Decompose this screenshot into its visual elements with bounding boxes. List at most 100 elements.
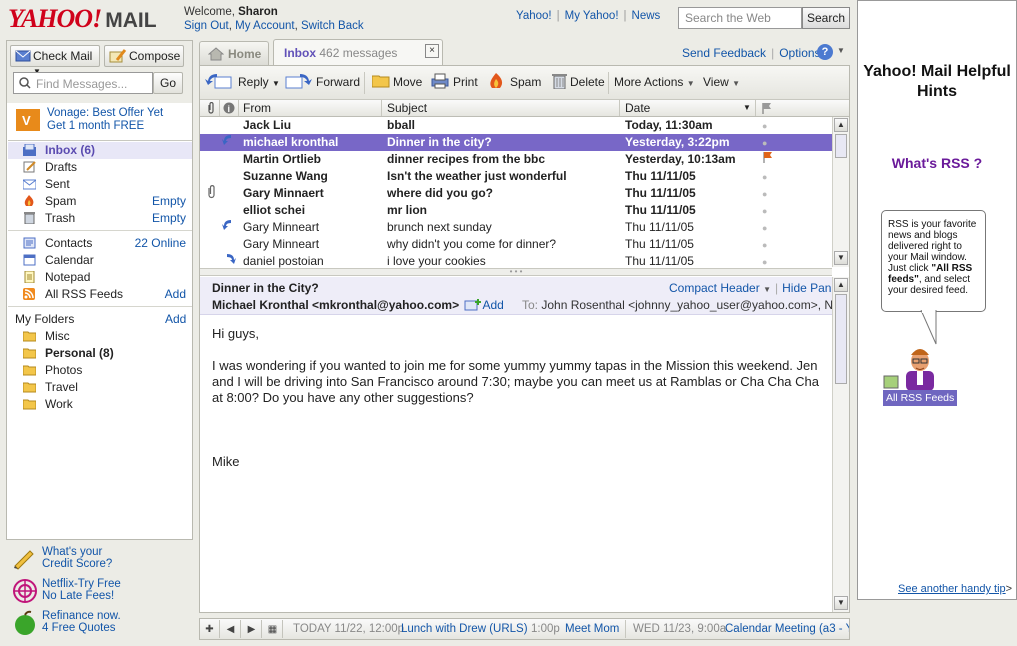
yahoo-mail-logo[interactable]: YAHOO! MAIL bbox=[8, 4, 157, 34]
yahoo-link[interactable]: Yahoo! bbox=[516, 10, 552, 22]
vonage-ad-line2[interactable]: Get 1 month FREE bbox=[47, 120, 144, 132]
attachment-column-icon[interactable] bbox=[206, 102, 216, 114]
message-row[interactable]: Gary Minneart brunch next sunday Thu 11/11… bbox=[200, 219, 832, 236]
news-link[interactable]: News bbox=[632, 10, 661, 22]
add-folder-link[interactable]: Add bbox=[165, 312, 186, 326]
netflix-ad[interactable]: Netflix-Try Free No Late Fees! bbox=[10, 578, 121, 603]
options-link[interactable]: Options bbox=[779, 46, 820, 60]
ad-line[interactable]: Credit Score? bbox=[42, 558, 112, 570]
folder-travel[interactable]: Travel bbox=[8, 379, 192, 396]
flag-cell[interactable]: ● bbox=[762, 117, 776, 135]
reply-button[interactable]: Reply ▼ bbox=[205, 74, 280, 89]
web-search-input[interactable]: Search the Web bbox=[678, 7, 802, 29]
move-button[interactable]: Move bbox=[372, 75, 422, 89]
message-list-scrollbar[interactable]: ▲ ▼ bbox=[832, 117, 849, 267]
folder-work[interactable]: Work bbox=[8, 396, 192, 413]
another-tip-link[interactable]: See another handy tip> bbox=[898, 583, 1012, 595]
add-contact-button[interactable]: Add bbox=[464, 298, 504, 312]
folder-trash[interactable]: Trash Empty bbox=[8, 210, 192, 227]
folder-spam[interactable]: Spam Empty bbox=[8, 193, 192, 210]
add-event-icon[interactable]: ✚ bbox=[200, 620, 220, 638]
all-rss-feeds-item[interactable]: All RSS Feeds Add bbox=[8, 286, 192, 303]
compact-header-dropdown-icon[interactable]: ▼ bbox=[763, 285, 771, 294]
rss-feeds-label[interactable]: All RSS Feeds bbox=[883, 390, 957, 406]
forward-button[interactable]: Forward bbox=[284, 74, 360, 89]
switch-back-link[interactable]: Switch Back bbox=[301, 20, 364, 32]
tab-inbox[interactable]: Inbox 462 messages bbox=[273, 39, 443, 66]
prev-day-icon[interactable]: ◀ bbox=[221, 620, 241, 638]
scroll-up-icon[interactable]: ▲ bbox=[834, 118, 848, 132]
send-feedback-link[interactable]: Send Feedback bbox=[682, 46, 766, 60]
flag-cell[interactable]: ● bbox=[762, 185, 776, 203]
empty-spam-link[interactable]: Empty bbox=[152, 193, 186, 210]
spam-button[interactable]: Spam bbox=[488, 73, 541, 89]
folder-inbox[interactable]: Inbox (6) bbox=[8, 142, 192, 159]
message-row[interactable]: elliot schei mr lion Thu 11/11/05 ● bbox=[200, 202, 832, 219]
folder-sent[interactable]: Sent bbox=[8, 176, 192, 193]
folder-photos[interactable]: Photos bbox=[8, 362, 192, 379]
ad-line[interactable]: No Late Fees! bbox=[42, 590, 114, 602]
delete-button[interactable]: Delete bbox=[551, 74, 605, 89]
contacts-item[interactable]: Contacts 22 Online bbox=[8, 235, 192, 252]
message-row[interactable]: Martin Ortlieb dinner recipes from the bb… bbox=[200, 151, 832, 168]
find-messages-input[interactable]: Find Messages... bbox=[13, 72, 153, 94]
contacts-online-link[interactable]: 22 Online bbox=[135, 235, 186, 252]
flag-cell[interactable]: ● bbox=[762, 134, 776, 152]
vonage-ad-line1[interactable]: Vonage: Best Offer Yet bbox=[47, 107, 163, 119]
close-tab-icon[interactable]: × bbox=[425, 44, 439, 58]
flag-cell[interactable]: ● bbox=[762, 236, 776, 254]
check-mail-button[interactable]: Check Mail ▼ bbox=[10, 45, 100, 76]
info-column-icon[interactable]: i bbox=[223, 102, 235, 114]
pane-splitter[interactable]: • • • bbox=[200, 268, 832, 276]
another-tip-label[interactable]: See another handy tip bbox=[898, 583, 1006, 595]
message-scrollbar[interactable]: ▲ ▼ bbox=[832, 277, 849, 612]
folder-personal[interactable]: Personal (8) bbox=[8, 345, 192, 362]
calendar-item[interactable]: Calendar bbox=[8, 252, 192, 269]
help-dropdown-icon[interactable]: ▼ bbox=[837, 46, 845, 55]
empty-trash-link[interactable]: Empty bbox=[152, 210, 186, 227]
scroll-thumb[interactable] bbox=[835, 134, 847, 158]
message-row[interactable]: michael kronthal Dinner in the city? Yeste… bbox=[200, 134, 832, 151]
calendar-view-icon[interactable]: ▦ bbox=[263, 620, 283, 638]
ad-line[interactable]: Refinance now. bbox=[42, 610, 121, 622]
find-go-button[interactable]: Go bbox=[153, 72, 183, 94]
flag-cell[interactable]: ● bbox=[762, 168, 776, 186]
view-button[interactable]: View ▼ bbox=[703, 75, 740, 89]
add-contact-label[interactable]: Add bbox=[482, 298, 503, 312]
credit-score-ad[interactable]: What's your Credit Score? bbox=[10, 546, 112, 570]
web-search-button[interactable]: Search bbox=[802, 7, 850, 29]
compose-button[interactable]: Compose bbox=[104, 45, 184, 67]
my-yahoo-link[interactable]: My Yahoo! bbox=[565, 10, 619, 22]
calendar-event-link[interactable]: Meet Mom bbox=[565, 619, 619, 639]
folder-misc[interactable]: Misc bbox=[8, 328, 192, 345]
folder-drafts[interactable]: Drafts bbox=[8, 159, 192, 176]
reply-dropdown-icon[interactable]: ▼ bbox=[272, 79, 280, 88]
scroll-thumb[interactable] bbox=[835, 294, 847, 384]
refinance-ad[interactable]: Refinance now. 4 Free Quotes bbox=[10, 610, 121, 635]
scroll-down-icon[interactable]: ▼ bbox=[834, 596, 848, 610]
flag-column-icon[interactable] bbox=[761, 102, 773, 114]
ad-line[interactable]: What's your bbox=[42, 546, 102, 558]
scroll-down-icon[interactable]: ▼ bbox=[834, 251, 848, 265]
next-day-icon[interactable]: ▶ bbox=[242, 620, 262, 638]
message-row[interactable]: Gary Minnaert where did you go? Thu 11/11/… bbox=[200, 185, 832, 202]
compact-header-link[interactable]: Compact Header bbox=[669, 281, 760, 295]
message-row[interactable]: Gary Minneart why didn't you come for din… bbox=[200, 236, 832, 253]
my-account-link[interactable]: My Account bbox=[235, 20, 294, 32]
column-from[interactable]: From bbox=[243, 101, 271, 115]
help-icon[interactable]: ? bbox=[817, 44, 833, 60]
scroll-up-icon[interactable]: ▲ bbox=[834, 278, 848, 292]
message-row[interactable]: Suzanne Wang Isn't the weather just wonde… bbox=[200, 168, 832, 185]
column-subject[interactable]: Subject bbox=[387, 101, 427, 115]
print-button[interactable]: Print bbox=[431, 73, 478, 89]
flag-cell[interactable] bbox=[762, 151, 776, 168]
sign-out-link[interactable]: Sign Out bbox=[184, 20, 229, 32]
more-actions-button[interactable]: More Actions ▼ bbox=[614, 75, 695, 89]
message-row[interactable]: Jack Liu bball Today, 11:30am ● bbox=[200, 117, 832, 134]
column-date[interactable]: Date bbox=[625, 101, 650, 115]
ad-line[interactable]: 4 Free Quotes bbox=[42, 622, 116, 634]
tab-home[interactable]: Home bbox=[199, 41, 269, 65]
calendar-event-link[interactable]: Calendar Meeting (a3 - Y bbox=[725, 619, 849, 639]
hide-pane-link[interactable]: Hide Pane bbox=[782, 281, 838, 295]
flag-cell[interactable]: ● bbox=[762, 219, 776, 237]
